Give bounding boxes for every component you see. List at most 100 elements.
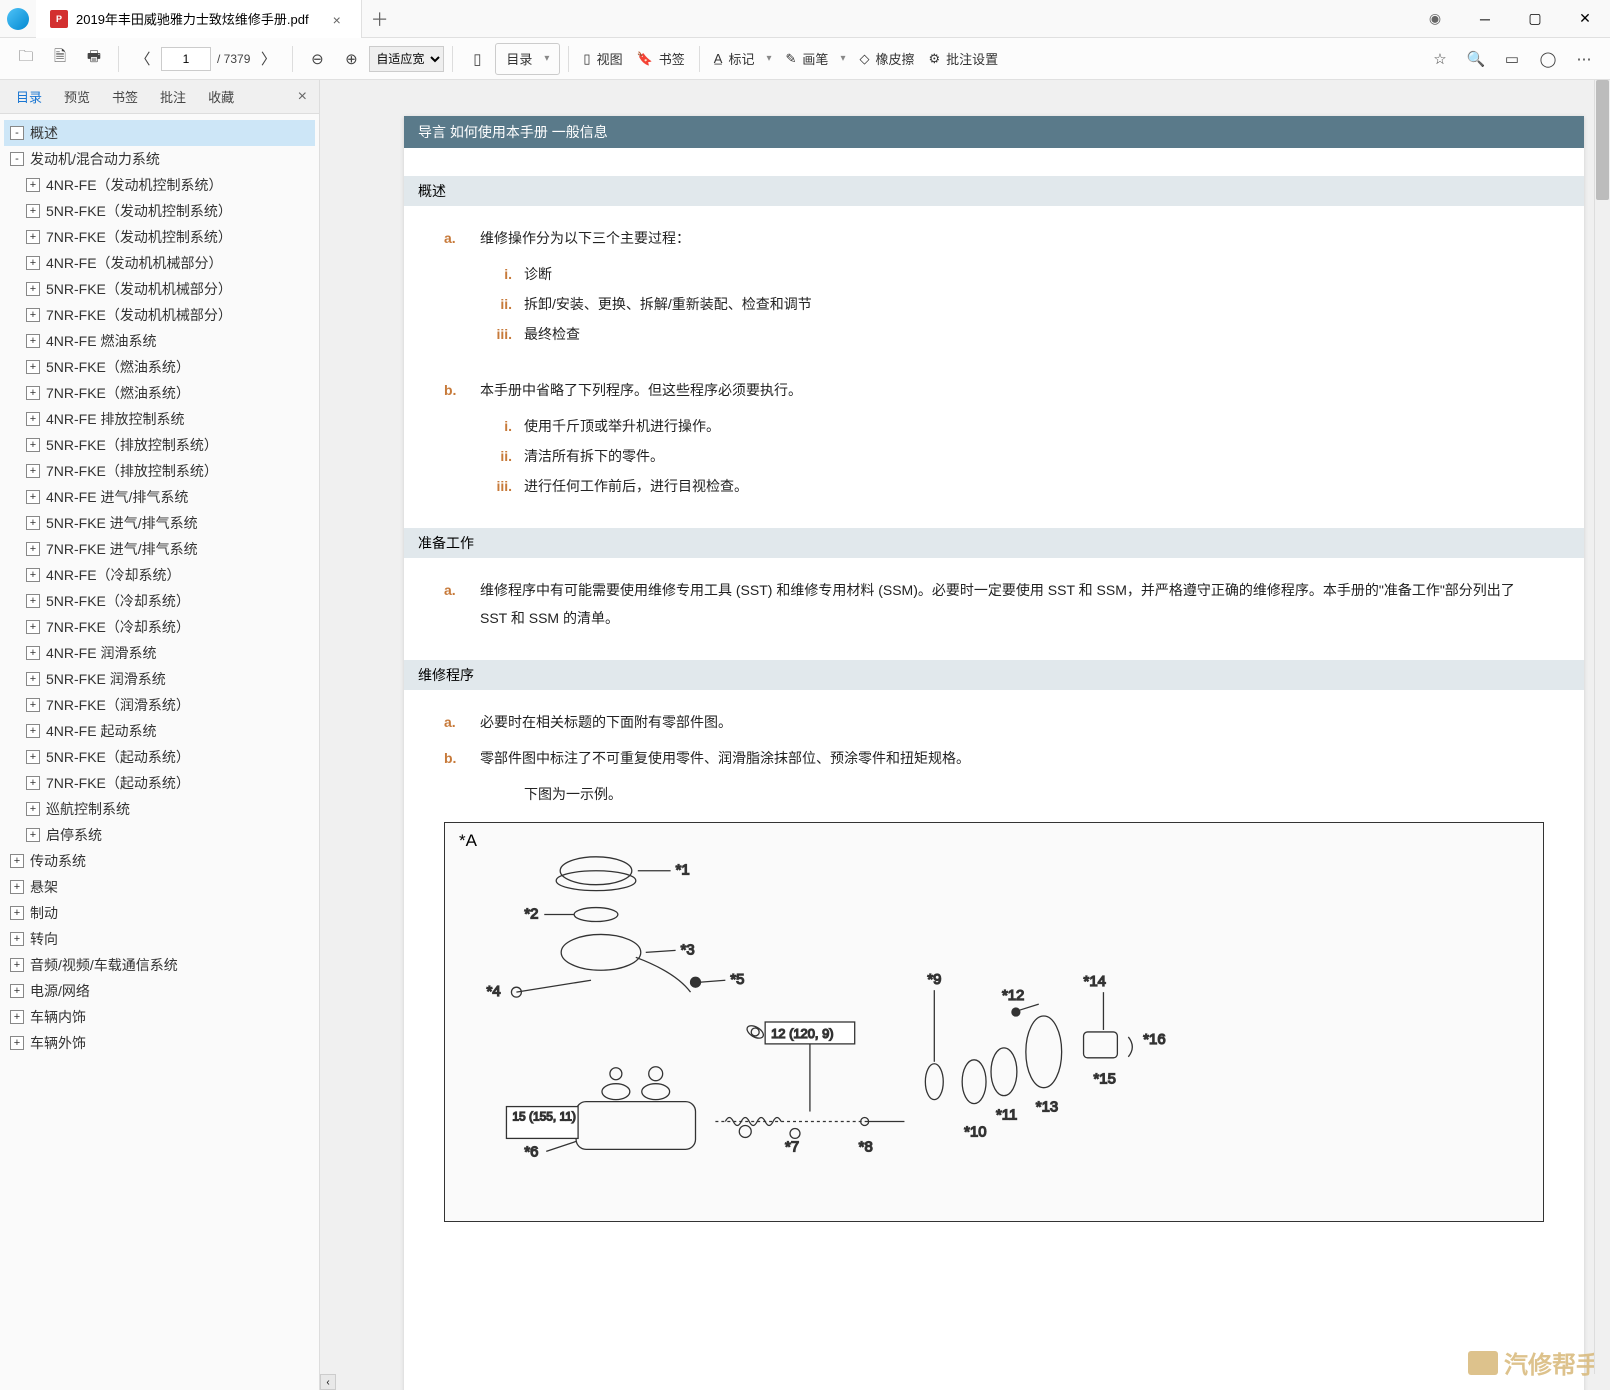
tree-toggle-icon[interactable]: +	[26, 178, 40, 192]
tree-toggle-icon[interactable]: +	[10, 854, 24, 868]
tree-toggle-icon[interactable]: +	[26, 802, 40, 816]
tree-item[interactable]: +5NR-FKE（起动系统）	[4, 744, 315, 770]
brush-dropdown[interactable]: ✎画笔▾	[780, 43, 852, 75]
tree-item[interactable]: -发动机/混合动力系统	[4, 146, 315, 172]
tree-item[interactable]: +4NR-FE 起动系统	[4, 718, 315, 744]
settings-gear-icon[interactable]: ◉	[1410, 0, 1460, 38]
tree-toggle-icon[interactable]: +	[26, 516, 40, 530]
tree-item[interactable]: +5NR-FKE（发动机控制系统）	[4, 198, 315, 224]
tree-item[interactable]: +巡航控制系统	[4, 796, 315, 822]
tree-item[interactable]: +音频/视频/车载通信系统	[4, 952, 315, 978]
tree-item[interactable]: +悬架	[4, 874, 315, 900]
tree-toggle-icon[interactable]: +	[26, 412, 40, 426]
tree-item[interactable]: +7NR-FKE（发动机机械部分）	[4, 302, 315, 328]
tree-item[interactable]: +7NR-FKE（润滑系统）	[4, 692, 315, 718]
minimize-button[interactable]: ─	[1460, 0, 1510, 38]
annotate-dropdown[interactable]: A̲标记▾	[708, 43, 778, 75]
layout-icon[interactable]: ▯	[461, 43, 493, 75]
page-number-input[interactable]	[161, 47, 211, 71]
document-viewport[interactable]: 导言 如何使用本手册 一般信息 概述 a.维修操作分为以下三个主要过程： i.诊…	[320, 80, 1610, 1390]
tree-item[interactable]: +5NR-FKE（燃油系统）	[4, 354, 315, 380]
save-icon[interactable]: 🗎	[44, 43, 76, 75]
tree-item[interactable]: +5NR-FKE（排放控制系统）	[4, 432, 315, 458]
outline-tree[interactable]: -概述-发动机/混合动力系统+4NR-FE（发动机控制系统）+5NR-FKE（发…	[0, 114, 319, 1390]
tree-toggle-icon[interactable]: +	[26, 724, 40, 738]
tree-toggle-icon[interactable]: +	[26, 620, 40, 634]
tree-item[interactable]: +7NR-FKE（排放控制系统）	[4, 458, 315, 484]
side-tab-fav[interactable]: 收藏	[198, 83, 244, 110]
tree-toggle-icon[interactable]: +	[10, 880, 24, 894]
tree-item[interactable]: +传动系统	[4, 848, 315, 874]
prev-page-button[interactable]: 〈	[127, 43, 159, 75]
tree-toggle-icon[interactable]: +	[10, 906, 24, 920]
toc-dropdown[interactable]: 目录▾	[495, 43, 560, 75]
tree-toggle-icon[interactable]: +	[26, 308, 40, 322]
tree-item[interactable]: +车辆内饰	[4, 1004, 315, 1030]
tree-item[interactable]: +7NR-FKE（起动系统）	[4, 770, 315, 796]
tree-toggle-icon[interactable]: +	[10, 932, 24, 946]
tree-item[interactable]: -概述	[4, 120, 315, 146]
tree-item[interactable]: +车辆外饰	[4, 1030, 315, 1056]
tree-toggle-icon[interactable]: +	[26, 568, 40, 582]
tree-toggle-icon[interactable]: +	[10, 1010, 24, 1024]
zoom-out-icon[interactable]: ⊖	[301, 43, 333, 75]
add-tab-button[interactable]: ＋	[362, 6, 398, 32]
tree-item[interactable]: +电源/网络	[4, 978, 315, 1004]
bookmark-button[interactable]: 🔖书签	[631, 43, 691, 75]
tree-item[interactable]: +4NR-FE 燃油系统	[4, 328, 315, 354]
tree-toggle-icon[interactable]: +	[26, 438, 40, 452]
batch-settings-button[interactable]: ⚙批注设置	[922, 43, 1004, 75]
view-dropdown[interactable]: ▯视图	[577, 43, 628, 75]
tree-toggle-icon[interactable]: +	[26, 282, 40, 296]
tree-item[interactable]: +5NR-FKE 进气/排气系统	[4, 510, 315, 536]
tree-item[interactable]: +制动	[4, 900, 315, 926]
tree-toggle-icon[interactable]: +	[10, 958, 24, 972]
clipboard-icon[interactable]: ▭	[1496, 43, 1528, 75]
tree-item[interactable]: +4NR-FE 排放控制系统	[4, 406, 315, 432]
tree-toggle-icon[interactable]: +	[26, 256, 40, 270]
tree-item[interactable]: +7NR-FKE（冷却系统）	[4, 614, 315, 640]
zoom-mode-select[interactable]: 自适应宽	[369, 46, 444, 72]
document-tab[interactable]: P 2019年丰田威驰雅力士致炫维修手册.pdf ×	[36, 0, 362, 38]
tree-toggle-icon[interactable]: +	[26, 542, 40, 556]
open-file-icon[interactable]: 🗀	[10, 43, 42, 75]
tree-toggle-icon[interactable]: -	[10, 152, 24, 166]
tree-toggle-icon[interactable]: +	[26, 646, 40, 660]
tree-toggle-icon[interactable]: +	[26, 698, 40, 712]
tree-toggle-icon[interactable]: +	[26, 386, 40, 400]
print-icon[interactable]: 🖶	[78, 43, 110, 75]
close-tab-button[interactable]: ×	[333, 12, 347, 26]
tree-item[interactable]: +5NR-FKE（冷却系统）	[4, 588, 315, 614]
scrollbar-thumb[interactable]	[1596, 80, 1609, 200]
favorite-icon[interactable]: ☆	[1424, 43, 1456, 75]
tree-toggle-icon[interactable]: +	[26, 204, 40, 218]
more-icon[interactable]: ⋯	[1568, 43, 1600, 75]
tree-toggle-icon[interactable]: +	[26, 230, 40, 244]
tree-toggle-icon[interactable]: +	[26, 776, 40, 790]
tree-toggle-icon[interactable]: -	[10, 126, 24, 140]
tree-item[interactable]: +5NR-FKE 润滑系统	[4, 666, 315, 692]
tree-item[interactable]: +启停系统	[4, 822, 315, 848]
tree-toggle-icon[interactable]: +	[26, 750, 40, 764]
user-icon[interactable]: ◯	[1532, 43, 1564, 75]
tree-item[interactable]: +7NR-FKE（燃油系统）	[4, 380, 315, 406]
tree-toggle-icon[interactable]: +	[10, 1036, 24, 1050]
tree-toggle-icon[interactable]: +	[26, 828, 40, 842]
side-tab-annot[interactable]: 批注	[150, 83, 196, 110]
tree-item[interactable]: +转向	[4, 926, 315, 952]
side-panel-close-icon[interactable]: ×	[292, 88, 313, 106]
tree-toggle-icon[interactable]: +	[26, 594, 40, 608]
tree-item[interactable]: +4NR-FE（发动机机械部分）	[4, 250, 315, 276]
tree-toggle-icon[interactable]: +	[26, 334, 40, 348]
tree-item[interactable]: +4NR-FE 进气/排气系统	[4, 484, 315, 510]
tree-item[interactable]: +7NR-FKE（发动机控制系统）	[4, 224, 315, 250]
maximize-button[interactable]: ▢	[1510, 0, 1560, 38]
zoom-in-icon[interactable]: ⊕	[335, 43, 367, 75]
tree-toggle-icon[interactable]: +	[10, 984, 24, 998]
tree-item[interactable]: +4NR-FE（冷却系统）	[4, 562, 315, 588]
panel-resize-handle[interactable]: ‹	[320, 1374, 336, 1390]
side-tab-toc[interactable]: 目录	[6, 83, 52, 110]
side-tab-bookmark[interactable]: 书签	[102, 83, 148, 110]
tree-toggle-icon[interactable]: +	[26, 672, 40, 686]
tree-item[interactable]: +4NR-FE（发动机控制系统）	[4, 172, 315, 198]
